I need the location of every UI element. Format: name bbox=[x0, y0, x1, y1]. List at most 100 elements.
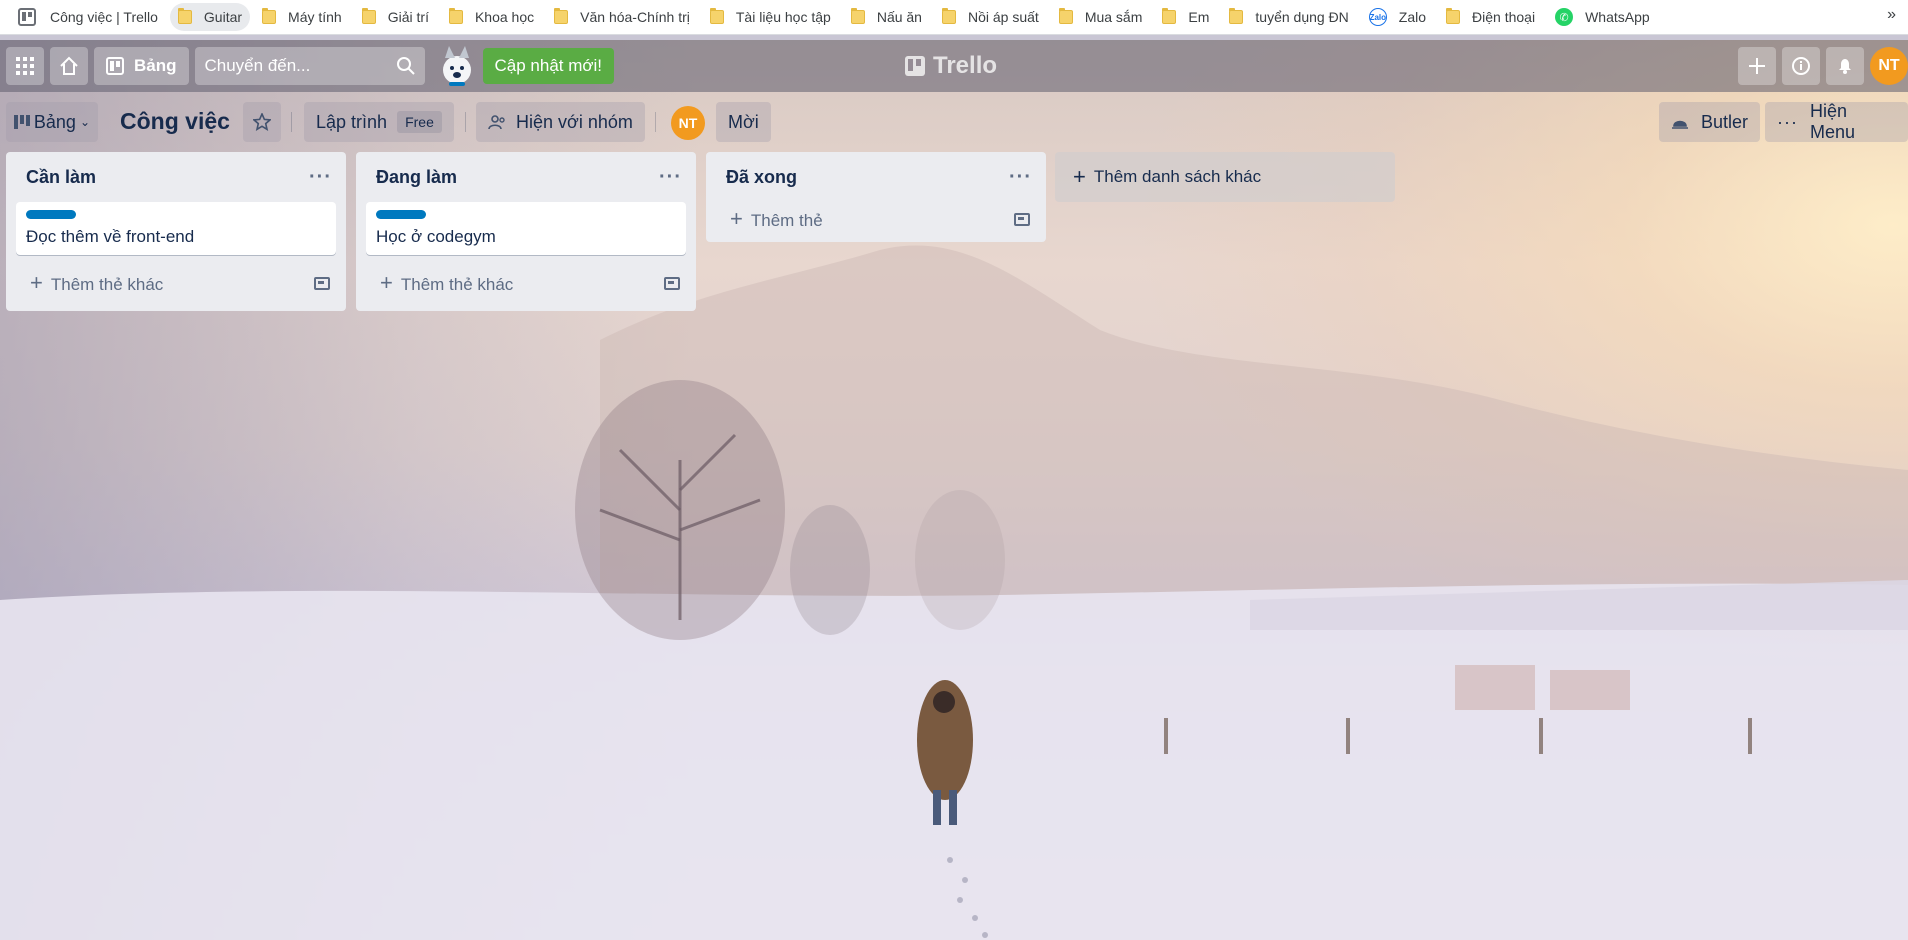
notifications-button[interactable] bbox=[1826, 47, 1864, 85]
card-template-icon[interactable] bbox=[1014, 212, 1030, 226]
team-button[interactable]: Lập trình Free bbox=[304, 102, 454, 142]
search-icon bbox=[396, 57, 415, 75]
divider bbox=[465, 112, 466, 132]
list-menu-icon[interactable]: ··· bbox=[309, 166, 332, 189]
bookmark-em[interactable]: Em bbox=[1154, 3, 1217, 31]
card[interactable]: Đọc thêm về front-end bbox=[16, 202, 336, 255]
card[interactable]: Học ở codegym bbox=[366, 202, 686, 255]
star-board-button[interactable] bbox=[243, 102, 281, 142]
add-card-row: + Thêm thẻ bbox=[706, 196, 1046, 242]
bookmark-label: Công việc | Trello bbox=[50, 9, 158, 25]
search-placeholder: Chuyển đến... bbox=[204, 56, 311, 75]
bookmark-label: Nấu ăn bbox=[876, 9, 922, 25]
bookmark-label: WhatsApp bbox=[1585, 9, 1650, 25]
board-view-switcher[interactable]: Bảng ⌄ bbox=[6, 102, 98, 142]
bookmark-label: Văn hóa-Chính trị bbox=[580, 9, 690, 25]
bookmark-nau-an[interactable]: Nấu ăn bbox=[843, 3, 930, 31]
bookmark-label: Tài liệu học tập bbox=[735, 9, 831, 25]
free-badge: Free bbox=[397, 111, 442, 133]
bookmark-whatsapp[interactable]: ✆ WhatsApp bbox=[1547, 3, 1658, 31]
board-member-avatar[interactable]: NT bbox=[671, 106, 705, 140]
bookmark-label: Mua sắm bbox=[1084, 9, 1143, 25]
list-header[interactable]: Cần làm ··· bbox=[6, 152, 346, 202]
star-icon bbox=[253, 113, 271, 131]
bookmark-dien-thoai[interactable]: Điện thoại bbox=[1438, 3, 1543, 31]
bookmark-khoa-hoc[interactable]: Khoa học bbox=[441, 3, 542, 31]
visibility-button[interactable]: Hiện với nhóm bbox=[476, 102, 645, 142]
trello-logo[interactable]: Trello bbox=[905, 52, 997, 80]
bookmark-may-tinh[interactable]: Máy tính bbox=[254, 3, 350, 31]
card-template-icon[interactable] bbox=[314, 276, 330, 290]
folder-icon bbox=[177, 8, 192, 24]
bookmark-zalo[interactable]: Zalo Zalo bbox=[1361, 3, 1434, 31]
list-menu-icon[interactable]: ··· bbox=[1009, 166, 1032, 189]
card-label bbox=[376, 210, 426, 219]
folder-icon bbox=[361, 8, 376, 24]
list-menu-icon[interactable]: ··· bbox=[659, 166, 682, 189]
list-title[interactable]: Đã xong bbox=[726, 167, 797, 188]
ellipsis-icon: ··· bbox=[1777, 111, 1798, 132]
plus-icon bbox=[1749, 58, 1765, 74]
plus-icon: + bbox=[730, 206, 743, 231]
plus-icon: + bbox=[380, 270, 393, 295]
apps-button[interactable] bbox=[6, 47, 44, 85]
bookmark-tai-lieu[interactable]: Tài liệu học tập bbox=[702, 3, 839, 31]
add-card-row: + Thêm thẻ khác bbox=[356, 255, 696, 311]
trello-icon bbox=[18, 8, 36, 26]
info-button[interactable] bbox=[1782, 47, 1820, 85]
visibility-label: Hiện với nhóm bbox=[516, 111, 633, 132]
bookmark-label: Giải trí bbox=[387, 9, 429, 25]
bookmark-giai-tri[interactable]: Giải trí bbox=[354, 3, 437, 31]
bookmark-label: Nồi áp suất bbox=[967, 9, 1039, 25]
create-button[interactable] bbox=[1738, 47, 1776, 85]
board-title[interactable]: Công việc bbox=[120, 108, 230, 135]
folder-icon bbox=[1162, 8, 1177, 24]
bookmark-label: Máy tính bbox=[288, 9, 342, 25]
card-title: Đọc thêm về front-end bbox=[26, 227, 195, 246]
list-title[interactable]: Cần làm bbox=[26, 167, 96, 188]
invite-button[interactable]: Mời bbox=[716, 102, 771, 142]
card-template-icon[interactable] bbox=[664, 276, 680, 290]
show-menu-label: Hiện Menu bbox=[1809, 101, 1856, 142]
boards-button[interactable]: Bảng bbox=[94, 47, 189, 85]
bookmark-trello[interactable]: Công việc | Trello bbox=[10, 3, 166, 31]
list-header[interactable]: Đã xong ··· bbox=[706, 152, 1046, 202]
add-card-button[interactable]: + Thêm thẻ khác bbox=[380, 270, 513, 296]
bookmark-tuyen-dung[interactable]: tuyển dụng ĐN bbox=[1221, 3, 1356, 31]
member-avatar-button[interactable]: NT bbox=[1870, 47, 1908, 85]
whats-new-button[interactable]: Cập nhật mới! bbox=[482, 48, 615, 84]
trello-logo-icon bbox=[905, 56, 925, 76]
board-view-label: Bảng bbox=[33, 111, 76, 132]
whatsapp-icon: ✆ bbox=[1555, 8, 1574, 26]
bookmarks-bar: Công việc | Trello Guitar Máy tính Giải … bbox=[0, 0, 1908, 35]
list-header[interactable]: Đang làm ··· bbox=[356, 152, 696, 202]
bookmark-label: Điện thoại bbox=[1472, 9, 1536, 25]
taco-mascot-icon[interactable] bbox=[435, 44, 479, 88]
info-icon bbox=[1792, 57, 1810, 75]
bookmark-van-hoa[interactable]: Văn hóa-Chính trị bbox=[546, 3, 698, 31]
add-list-button[interactable]: + Thêm danh sách khác bbox=[1055, 152, 1395, 202]
header-actions: NT bbox=[1732, 47, 1908, 85]
bookmark-mua-sam[interactable]: Mua sắm bbox=[1051, 3, 1151, 31]
logo-text: Trello bbox=[933, 52, 998, 79]
add-card-button[interactable]: + Thêm thẻ khác bbox=[30, 270, 163, 296]
chevron-down-icon: ⌄ bbox=[79, 115, 90, 129]
show-menu-button[interactable]: ··· Hiện Menu bbox=[1765, 101, 1908, 142]
more-bookmarks-button[interactable]: » bbox=[1887, 6, 1896, 24]
butler-button[interactable]: Butler bbox=[1659, 102, 1761, 142]
list-title[interactable]: Đang làm bbox=[376, 167, 457, 188]
card-title: Học ở codegym bbox=[376, 227, 496, 246]
home-button[interactable] bbox=[50, 47, 88, 85]
bookmark-label: Zalo bbox=[1398, 9, 1427, 25]
folder-icon bbox=[850, 8, 865, 24]
invite-label: Mời bbox=[728, 111, 759, 132]
butler-bell-icon bbox=[1672, 120, 1688, 129]
add-card-button[interactable]: + Thêm thẻ bbox=[730, 206, 823, 232]
team-label: Lập trình bbox=[316, 111, 388, 132]
boards-label: Bảng bbox=[134, 56, 177, 75]
grid-icon bbox=[16, 57, 34, 75]
search-input[interactable]: Chuyển đến... bbox=[194, 47, 425, 85]
bookmark-noi-ap-suat[interactable]: Nồi áp suất bbox=[934, 3, 1047, 31]
bookmark-guitar[interactable]: Guitar bbox=[169, 3, 251, 31]
folder-icon bbox=[262, 8, 277, 24]
